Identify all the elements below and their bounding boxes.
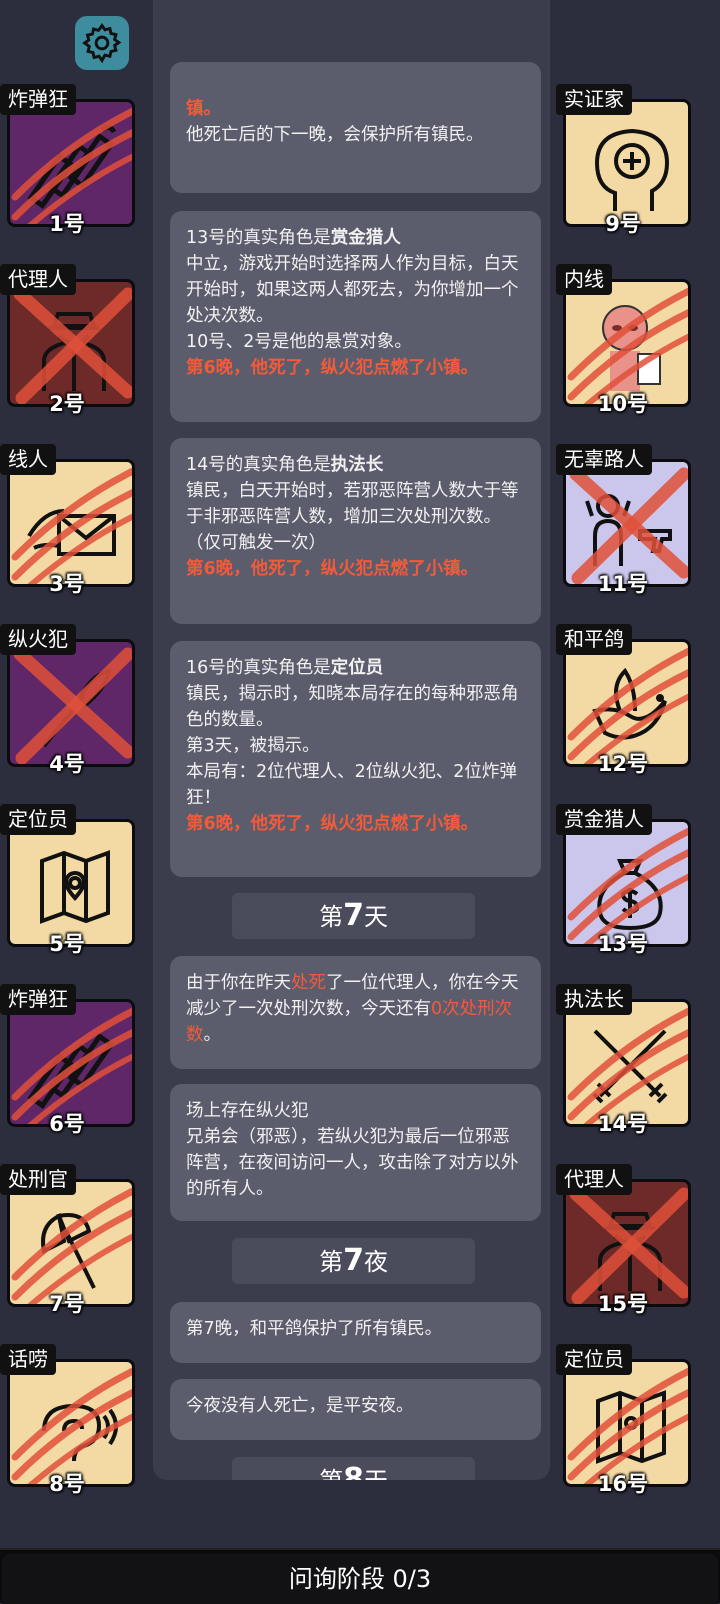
player-number: 12号	[597, 752, 649, 776]
game-log-panel[interactable]: 镇。 他死亡后的下一晚，会保护所有镇民。 13号的真实角色是赏金猎人 中立，游戏…	[153, 0, 550, 1480]
role-description: 中立，游戏开始时选择两人作为目标，白天开始时，如果这两人都死去，为你增加一个处决…	[186, 254, 519, 326]
log-text: 今夜没有人死亡，是平安夜。	[186, 1396, 414, 1416]
role-name: 赏金猎人	[330, 228, 401, 248]
player-card-10[interactable]: 内线 10号	[556, 264, 691, 416]
player-number: 15号	[597, 1292, 649, 1316]
player-card-3[interactable]: 线人 3号	[0, 444, 135, 596]
day-8-header: 第8天	[232, 1457, 475, 1480]
log-message-role-reveal-16: 16号的真实角色是定位员 镇民，揭示时，知晓本局存在的每种邪恶角色的数量。 第3…	[170, 641, 541, 877]
log-message: 第7晚，和平鸽保护了所有镇民。	[170, 1302, 541, 1363]
role-label: 炸弹狂	[0, 84, 76, 115]
player-card-12[interactable]: 和平鸽 12号	[556, 624, 691, 776]
log-message-role-reveal-14: 14号的真实角色是执法长 镇民，白天开始时，若邪恶阵营人数大于等于非邪恶阵营人数…	[170, 438, 541, 624]
death-notice: 第6晚，他死了，纵火犯点燃了小镇。	[186, 358, 479, 378]
log-text: 第3天，被揭示。	[186, 736, 320, 756]
player-number: 11号	[597, 572, 649, 596]
log-message-execution: 由于你在昨天处死了一位代理人，你在今天减少了一次处刑次数，今天还有0次处刑次数。	[170, 956, 541, 1069]
player-card-7[interactable]: 处刑官 7号	[0, 1164, 135, 1316]
log-text: 本局有：2位代理人、2位纵火犯、2位炸弹狂！	[186, 762, 517, 808]
phase-indicator[interactable]: 问询阶段 0/3	[2, 1554, 718, 1604]
role-label: 赏金猎人	[556, 804, 652, 835]
player-card-15[interactable]: 代理人 15号	[556, 1164, 691, 1316]
night-number: 7	[343, 1243, 364, 1278]
player-card-8[interactable]: 话唠 8号	[0, 1344, 135, 1496]
day-prefix: 第	[319, 1467, 343, 1480]
role-label: 无辜路人	[556, 444, 652, 475]
player-number: 10号	[597, 392, 649, 416]
role-label: 话唠	[0, 1344, 56, 1375]
log-text: 。	[203, 1025, 222, 1045]
player-number: 13号	[597, 932, 649, 956]
role-description: 镇民，揭示时，知晓本局存在的每种邪恶角色的数量。	[186, 684, 519, 730]
day-suffix: 天	[363, 903, 388, 931]
role-description: 镇民，白天开始时，若邪恶阵营人数大于等于非邪恶阵营人数，增加三次处刑次数。（仅可…	[186, 481, 519, 553]
role-label: 纵火犯	[0, 624, 76, 655]
player-number: 3号	[49, 572, 85, 596]
player-card-1[interactable]: 炸弹狂 1号	[0, 84, 135, 236]
log-text: 10号、2号是他的悬赏对象。	[186, 332, 412, 352]
bottom-bar: 问询阶段 0/3	[0, 1548, 720, 1604]
gear-icon	[82, 23, 122, 64]
player-number: 9号	[605, 212, 641, 236]
player-number: 6号	[49, 1112, 85, 1136]
role-label: 实证家	[556, 84, 632, 115]
log-text: 他死亡后的下一晚，会保护所有镇民。	[186, 125, 484, 145]
day-7-header: 第7天	[232, 893, 475, 939]
night-prefix: 第	[319, 1248, 344, 1276]
player-card-14[interactable]: 执法长 14号	[556, 984, 691, 1136]
log-text: 14号的真实角色是	[186, 455, 331, 475]
player-number: 7号	[49, 1292, 85, 1316]
player-card-5[interactable]: 定位员 5号	[0, 804, 135, 956]
day-suffix: 天	[364, 1467, 388, 1480]
role-label: 内线	[556, 264, 612, 295]
log-partial-text: 镇。	[186, 99, 221, 119]
player-number: 14号	[597, 1112, 649, 1136]
player-card-4[interactable]: 纵火犯 4号	[0, 624, 135, 776]
player-card-9[interactable]: 实证家 9号	[556, 84, 691, 236]
day-prefix: 第	[319, 903, 344, 931]
day-number: 8	[343, 1462, 364, 1480]
role-label: 处刑官	[0, 1164, 76, 1195]
role-description: 兄弟会（邪恶），若纵火犯为最后一位邪恶阵营，在夜间访问一人，攻击除了对方以外的所…	[186, 1127, 519, 1199]
log-message: 镇。 他死亡后的下一晚，会保护所有镇民。	[170, 62, 541, 193]
log-message-role-reveal-13: 13号的真实角色是赏金猎人 中立，游戏开始时选择两人作为目标，白天开始时，如果这…	[170, 211, 541, 422]
highlight-text: 处死	[291, 973, 326, 993]
role-name: 执法长	[330, 455, 384, 475]
player-number: 8号	[49, 1472, 85, 1496]
role-name: 定位员	[330, 658, 384, 678]
head-plus-icon	[594, 128, 670, 211]
role-label: 代理人	[0, 264, 76, 295]
role-label: 和平鸽	[556, 624, 632, 655]
log-text: 16号的真实角色是	[186, 658, 331, 678]
player-card-16[interactable]: 定位员 16号	[556, 1344, 691, 1496]
log-text: 由于你在昨天	[186, 973, 291, 993]
player-card-13[interactable]: 赏金猎人 13号	[556, 804, 691, 956]
role-label: 炸弹狂	[0, 984, 76, 1015]
night-7-header: 第7夜	[232, 1238, 475, 1284]
death-notice: 第6晚，他死了，纵火犯点燃了小镇。	[186, 814, 479, 834]
map-icon	[40, 850, 110, 924]
role-label: 定位员	[556, 1344, 632, 1375]
log-message: 今夜没有人死亡，是平安夜。	[170, 1379, 541, 1440]
player-number: 1号	[49, 212, 85, 236]
log-text: 13号的真实角色是	[186, 228, 331, 248]
role-label: 定位员	[0, 804, 76, 835]
settings-button[interactable]	[75, 16, 129, 70]
log-text: 场上存在纵火犯	[186, 1101, 309, 1121]
day-number: 7	[343, 898, 364, 933]
death-notice: 第6晚，他死了，纵火犯点燃了小镇。	[186, 559, 479, 579]
player-card-11[interactable]: 无辜路人 11号	[556, 444, 691, 596]
player-card-2[interactable]: 代理人 2号	[0, 264, 135, 416]
player-card-6[interactable]: 炸弹狂 6号	[0, 984, 135, 1136]
player-number: 2号	[49, 392, 85, 416]
log-text: 第7晚，和平鸽保护了所有镇民。	[186, 1319, 443, 1339]
player-number: 4号	[49, 752, 85, 776]
role-label: 执法长	[556, 984, 632, 1015]
player-number: 5号	[49, 932, 85, 956]
role-label: 线人	[0, 444, 56, 475]
log-message-arsonist: 场上存在纵火犯 兄弟会（邪恶），若纵火犯为最后一位邪恶阵营，在夜间访问一人，攻击…	[170, 1084, 541, 1221]
player-number: 16号	[597, 1472, 649, 1496]
role-label: 代理人	[556, 1164, 632, 1195]
night-suffix: 夜	[363, 1248, 388, 1276]
